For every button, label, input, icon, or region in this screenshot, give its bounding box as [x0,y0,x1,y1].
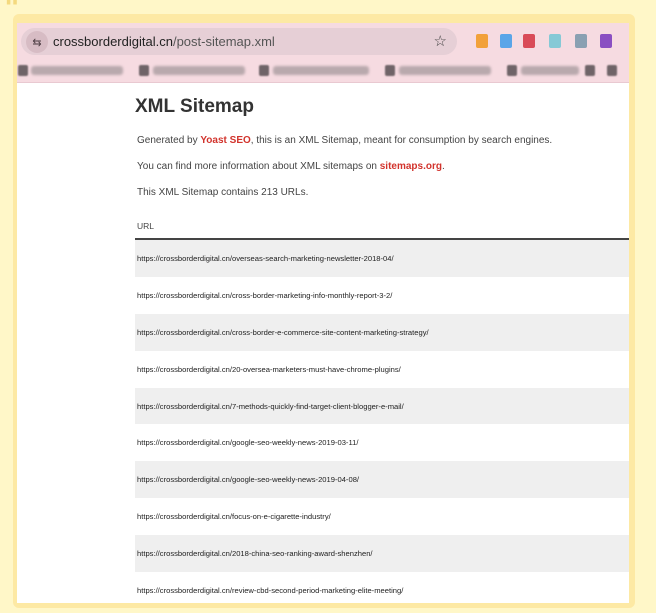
bookmark-item-blurred[interactable] [521,66,579,75]
table-row: https://crossborderdigital.cn/2018-china… [135,535,629,573]
bookmark-icon[interactable] [18,65,28,76]
bookmark-star-icon[interactable]: ☆ [434,32,447,50]
bookmark-icon[interactable] [607,65,617,76]
page-content: XML Sitemap Generated by Yoast SEO, this… [17,83,629,603]
row-url-link[interactable]: https://crossborderdigital.cn/20-oversea… [137,365,401,374]
extension-icon[interactable] [523,34,535,48]
extension-icon[interactable] [549,34,561,48]
sitemaps-org-link[interactable]: sitemaps.org [380,161,442,172]
url-count-text: This XML Sitemap contains 213 URLs. [137,187,309,198]
row-url-link[interactable]: https://crossborderdigital.cn/overseas-s… [137,254,394,263]
extension-icon[interactable] [575,34,587,48]
yoast-seo-link[interactable]: Yoast SEO [200,135,250,146]
table-row: https://crossborderdigital.cn/google-seo… [135,424,629,462]
table-row: https://crossborderdigital.cn/overseas-s… [135,240,629,277]
table-row: https://crossborderdigital.cn/cross-bord… [135,276,629,314]
address-url[interactable]: crossborderdigital.cn/post-sitemap.xml [53,34,275,49]
row-url-link[interactable]: https://crossborderdigital.cn/cross-bord… [137,291,392,300]
address-bar[interactable]: ⇆ crossborderdigital.cn/post-sitemap.xml… [21,28,457,55]
bookmark-icon[interactable] [385,65,395,76]
url-column-header: URL [137,221,155,231]
extension-icon[interactable] [500,34,512,48]
row-url-link[interactable]: https://crossborderdigital.cn/focus-on-e… [137,512,331,521]
address-path: /post-sitemap.xml [172,34,275,49]
row-url-link[interactable]: https://crossborderdigital.cn/review-cbd… [137,586,403,595]
bookmark-item-blurred[interactable] [399,66,491,75]
browser-toolbar: ⇆ crossborderdigital.cn/post-sitemap.xml… [17,23,629,60]
row-url-link[interactable]: https://crossborderdigital.cn/7-methods-… [137,402,404,411]
info-text: You can find more information about XML … [137,161,445,172]
table-row: https://crossborderdigital.cn/focus-on-e… [135,498,629,536]
table-row: https://crossborderdigital.cn/7-methods-… [135,387,629,425]
table-row: https://crossborderdigital.cn/cross-bord… [135,313,629,351]
extension-icon[interactable] [476,34,488,48]
bookmark-icon[interactable] [139,65,149,76]
bookmark-icon[interactable] [585,65,595,76]
bookmark-item-blurred[interactable] [31,66,123,75]
extension-icon[interactable] [600,34,612,48]
page-title: XML Sitemap [135,96,254,117]
browser-window: ⇆ crossborderdigital.cn/post-sitemap.xml… [17,23,629,603]
url-table: https://crossborderdigital.cn/overseas-s… [135,240,629,603]
bookmark-item-blurred[interactable] [273,66,369,75]
table-row: https://crossborderdigital.cn/review-cbd… [135,572,629,603]
site-info-icon[interactable]: ⇆ [26,31,48,53]
table-row: https://crossborderdigital.cn/20-oversea… [135,350,629,388]
bookmark-item-blurred[interactable] [153,66,245,75]
row-url-link[interactable]: https://crossborderdigital.cn/2018-china… [137,549,373,558]
intro-text: Generated by Yoast SEO, this is an XML S… [137,135,553,146]
bookmarks-bar [17,60,629,83]
table-row: https://crossborderdigital.cn/google-seo… [135,461,629,499]
bookmark-icon[interactable] [507,65,517,76]
row-url-link[interactable]: https://crossborderdigital.cn/cross-bord… [137,328,429,337]
row-url-link[interactable]: https://crossborderdigital.cn/google-seo… [137,475,359,484]
bookmark-icon[interactable] [259,65,269,76]
row-url-link[interactable]: https://crossborderdigital.cn/google-seo… [137,438,358,447]
address-host: crossborderdigital.cn [53,34,173,49]
